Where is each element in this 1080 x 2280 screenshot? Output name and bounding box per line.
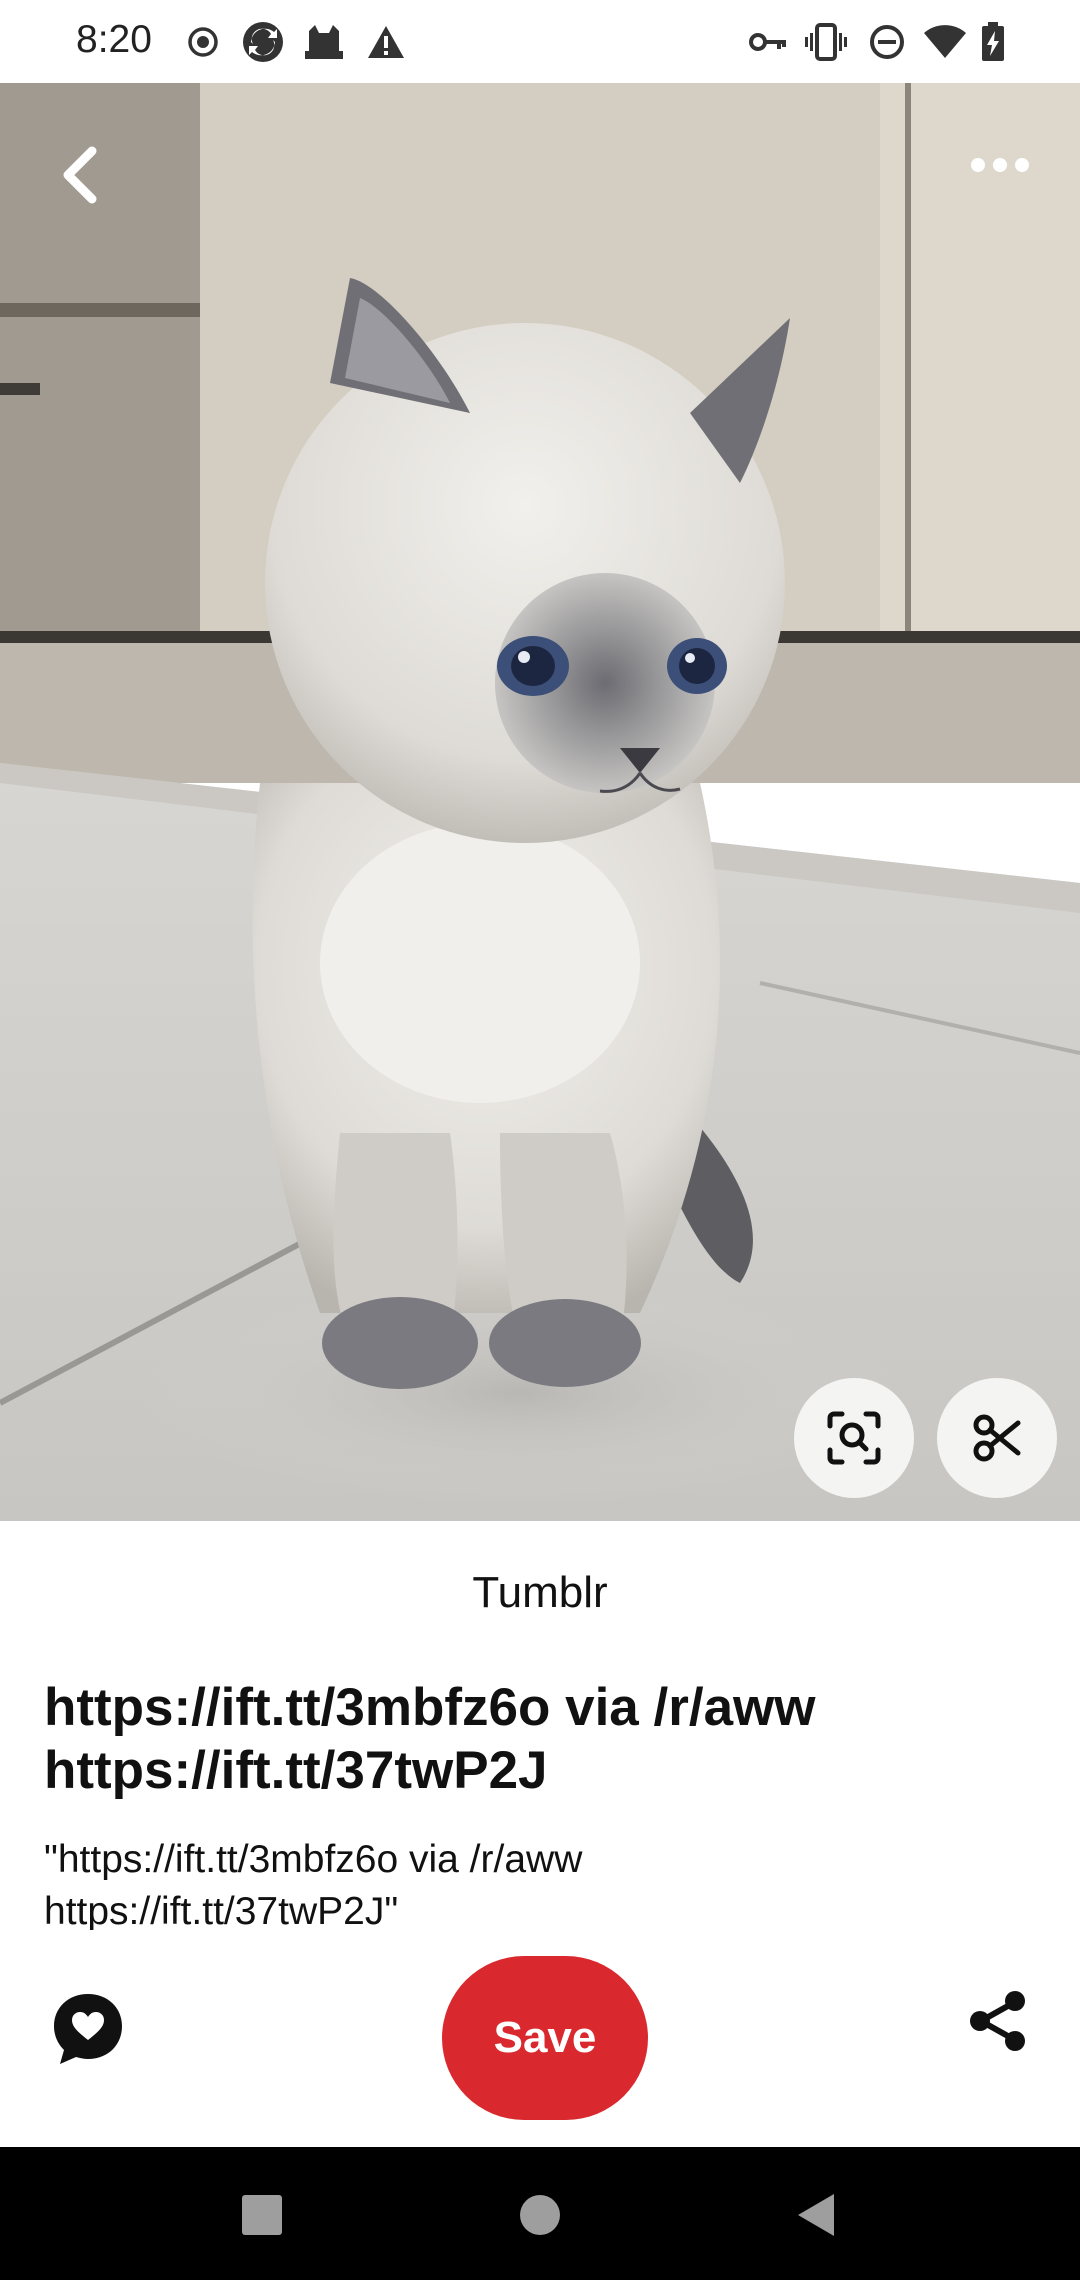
system-back-button[interactable] [784, 2183, 848, 2247]
save-button[interactable]: Save [442, 1956, 648, 2120]
record-icon [186, 20, 220, 64]
more-horizontal-icon [971, 158, 1029, 172]
pin-title-line: https://ift.tt/3mbfz6o via /r/aww [44, 1678, 816, 1737]
status-time: 8:20 [76, 18, 152, 61]
back-triangle-icon [798, 2194, 834, 2236]
cat-notification-icon [304, 20, 344, 64]
pin-description: "https://ift.tt/3mbfz6o via /r/aww https… [44, 1834, 1044, 1930]
back-button[interactable] [40, 135, 120, 215]
warning-icon [366, 20, 406, 64]
chevron-left-icon [63, 146, 97, 204]
battery-charging-icon [980, 20, 1006, 64]
pin-action-bar: Save [0, 1940, 1080, 2147]
scissors-icon [973, 1414, 1021, 1462]
vibrate-icon [804, 20, 848, 64]
recents-square-icon [242, 2195, 282, 2235]
home-circle-icon [520, 2195, 560, 2235]
sync-icon [240, 20, 286, 64]
pin-title-line: https://ift.tt/37twP2J [44, 1741, 548, 1800]
share-icon [970, 1991, 1025, 2051]
share-button[interactable] [967, 1990, 1029, 2052]
visual-search-button[interactable] [794, 1378, 914, 1498]
key-icon [748, 20, 788, 64]
do-not-disturb-icon [868, 20, 906, 64]
lens-search-icon [827, 1411, 881, 1465]
kitten-photo [0, 83, 1080, 1521]
recents-button[interactable] [230, 2183, 294, 2247]
system-nav-bar [0, 2147, 1080, 2280]
status-bar: 8:20 [0, 0, 1080, 83]
pin-description-line: "https://ift.tt/3mbfz6o via /r/aww [44, 1838, 583, 1881]
comment-button[interactable] [50, 1990, 126, 2066]
wifi-icon [922, 20, 968, 64]
pin-description-line: https://ift.tt/37twP2J" [44, 1890, 399, 1930]
more-options-button[interactable] [955, 125, 1045, 205]
pin-source-name[interactable]: Tumblr [0, 1568, 1080, 1618]
pin-image[interactable] [0, 83, 1080, 1521]
crop-pin-button[interactable] [937, 1378, 1057, 1498]
pin-title: https://ift.tt/3mbfz6o via /r/aww https:… [44, 1676, 1044, 1802]
home-button[interactable] [508, 2183, 572, 2247]
comment-heart-icon [54, 1994, 122, 2064]
